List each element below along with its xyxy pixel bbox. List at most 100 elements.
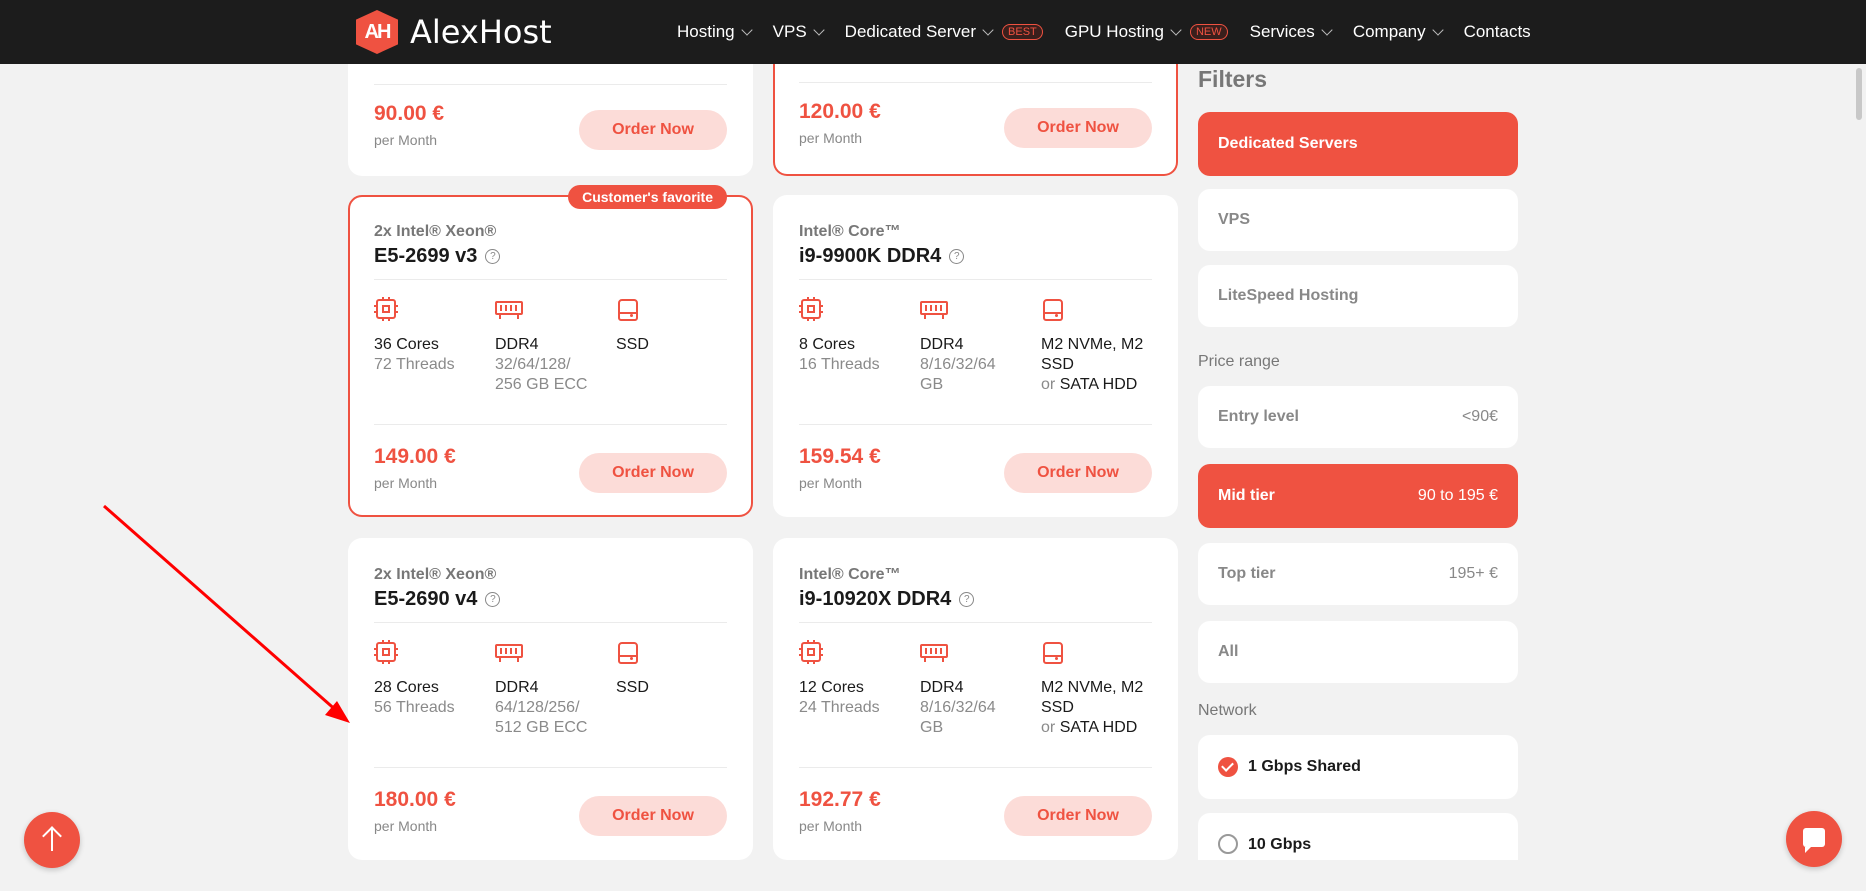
nav-label: Dedicated Server xyxy=(844,22,977,41)
card-divider xyxy=(374,622,727,623)
ram-icon xyxy=(495,640,523,664)
filters-title: Filters xyxy=(1198,66,1268,92)
filter-label: Dedicated Servers xyxy=(1218,135,1358,152)
chevron-down-icon xyxy=(740,24,753,36)
nav-vps[interactable]: VPS xyxy=(773,22,825,42)
cpu-icon xyxy=(374,640,398,664)
ram-size: 32/64/128/ 256 GB ECC xyxy=(495,356,588,393)
price-period: per Month xyxy=(799,818,863,834)
chat-bubble-icon xyxy=(1803,828,1825,853)
chevron-down-icon xyxy=(982,24,994,36)
filter-dedicated-servers[interactable]: Dedicated Servers xyxy=(1198,112,1518,176)
site-logo[interactable]: AH AlexHost xyxy=(356,10,552,54)
order-now-button[interactable]: Order Now xyxy=(1004,108,1152,148)
price: 149.00 € xyxy=(374,445,456,468)
ram-size: 8/16/32/64 GB xyxy=(920,356,996,393)
processor-family: 2x Intel® Xeon® xyxy=(374,566,497,583)
spec-storage: M2 NVMe, M2 SSD or SATA HDD xyxy=(1041,297,1156,395)
ram-size: 64/128/256/ 512 GB ECC xyxy=(495,699,588,736)
chevron-down-icon xyxy=(1431,24,1444,36)
threads: 24 Threads xyxy=(799,699,880,716)
order-now-button[interactable]: Order Now xyxy=(1004,796,1152,836)
storage: SSD xyxy=(616,679,649,696)
nav-company[interactable]: Company xyxy=(1352,22,1444,42)
server-card: 120.00 € per Month Order Now xyxy=(773,64,1178,176)
cores: 36 Cores xyxy=(374,336,439,353)
price: 180.00 € xyxy=(374,788,456,811)
model-label: i9-9900K DDR4 xyxy=(799,245,942,267)
filter-range: 90 to 195 € xyxy=(1417,487,1498,504)
server-card: Customer's favorite 2x Intel® Xeon® E5-2… xyxy=(348,185,753,517)
cpu-icon xyxy=(374,297,398,321)
filter-mid-tier[interactable]: Mid tier 90 to 195 € xyxy=(1198,464,1518,528)
scrollbar-thumb[interactable] xyxy=(1856,68,1862,120)
nav-label: Services xyxy=(1249,22,1315,41)
card-divider xyxy=(799,82,1152,83)
nav-dedicated-server[interactable]: Dedicated Server BEST xyxy=(845,22,1043,42)
filter-litespeed-hosting[interactable]: LiteSpeed Hosting xyxy=(1198,265,1518,327)
network-1gbps-shared[interactable]: 1 Gbps Shared xyxy=(1198,735,1518,799)
scroll-to-top-button[interactable] xyxy=(24,812,80,868)
cores: 8 Cores xyxy=(799,336,856,353)
server-card: Intel® Core™ i9-10920X DDR4? 12 Cores 24… xyxy=(773,538,1178,860)
order-now-button[interactable]: Order Now xyxy=(1004,453,1152,493)
price-period: per Month xyxy=(799,130,863,146)
or-label: or xyxy=(1041,376,1056,393)
ram-type: DDR4 xyxy=(920,679,964,696)
logo-icon: AH xyxy=(356,10,398,54)
chat-button[interactable] xyxy=(1786,811,1842,867)
unchecked-radio-icon xyxy=(1218,834,1238,854)
ram-icon xyxy=(920,640,948,664)
order-now-button[interactable]: Order Now xyxy=(579,453,727,493)
filter-range: <90€ xyxy=(1461,408,1498,425)
model-label: i9-10920X DDR4 xyxy=(799,588,952,610)
price-period: per Month xyxy=(374,475,438,491)
nav-contacts[interactable]: Contacts xyxy=(1464,22,1531,42)
storage: SSD xyxy=(616,336,649,353)
price-range-label: Price range xyxy=(1198,353,1280,370)
threads: 72 Threads xyxy=(374,356,455,373)
nav-label: Company xyxy=(1352,22,1426,41)
best-badge: BEST xyxy=(1002,24,1043,40)
help-icon[interactable]: ? xyxy=(949,249,965,264)
help-icon[interactable]: ? xyxy=(485,592,501,607)
ram-type: DDR4 xyxy=(920,336,964,353)
logo-text: AlexHost xyxy=(410,13,552,51)
filter-label: Top tier xyxy=(1218,565,1276,582)
page-scrollbar[interactable] xyxy=(1852,64,1866,891)
server-card: 2x Intel® Xeon® E5-2690 v4? 28 Cores 56 … xyxy=(348,538,753,860)
ram-icon xyxy=(920,297,948,321)
nav-services[interactable]: Services xyxy=(1249,22,1333,42)
network-10gbps[interactable]: 10 Gbps xyxy=(1198,813,1518,860)
order-now-button[interactable]: Order Now xyxy=(579,110,727,150)
spec-cpu: 28 Cores 56 Threads xyxy=(374,640,484,718)
price: 159.54 € xyxy=(799,445,881,468)
storage: M2 NVMe, M2 SSD xyxy=(1041,679,1144,716)
nav-gpu-hosting[interactable]: GPU Hosting NEW xyxy=(1065,22,1228,42)
network-option-label: 10 Gbps xyxy=(1248,836,1312,853)
filter-entry-level[interactable]: Entry level <90€ xyxy=(1198,386,1518,448)
ram-type: DDR4 xyxy=(495,679,539,696)
filter-top-tier[interactable]: Top tier 195+ € xyxy=(1198,543,1518,605)
spec-ram: DDR4 64/128/256/ 512 GB ECC xyxy=(495,640,597,738)
help-icon[interactable]: ? xyxy=(485,249,501,264)
spec-ram: DDR4 8/16/32/64 GB xyxy=(920,297,1015,395)
filter-vps[interactable]: VPS xyxy=(1198,189,1518,251)
filter-all[interactable]: All xyxy=(1198,621,1518,683)
spec-cpu: 12 Cores 24 Threads xyxy=(799,640,909,718)
site-header: AH AlexHost Hosting VPS Dedicated Server… xyxy=(0,0,1866,64)
help-icon[interactable]: ? xyxy=(959,592,975,607)
filter-label: All xyxy=(1218,643,1239,660)
price-period: per Month xyxy=(374,132,438,148)
spec-cpu: 36 Cores 72 Threads xyxy=(374,297,484,375)
processor-model: i9-9900K DDR4? xyxy=(799,245,965,268)
filter-range: 195+ € xyxy=(1448,565,1498,582)
nav-hosting[interactable]: Hosting xyxy=(677,22,753,42)
disk-icon xyxy=(1041,297,1065,321)
model-label: E5-2699 v3 xyxy=(374,245,478,267)
card-divider xyxy=(799,767,1152,768)
checked-radio-icon xyxy=(1218,757,1238,777)
order-now-button[interactable]: Order Now xyxy=(579,796,727,836)
spec-ram: DDR4 8/16/32/64 GB xyxy=(920,640,1015,738)
processor-model: E5-2699 v3? xyxy=(374,245,501,268)
